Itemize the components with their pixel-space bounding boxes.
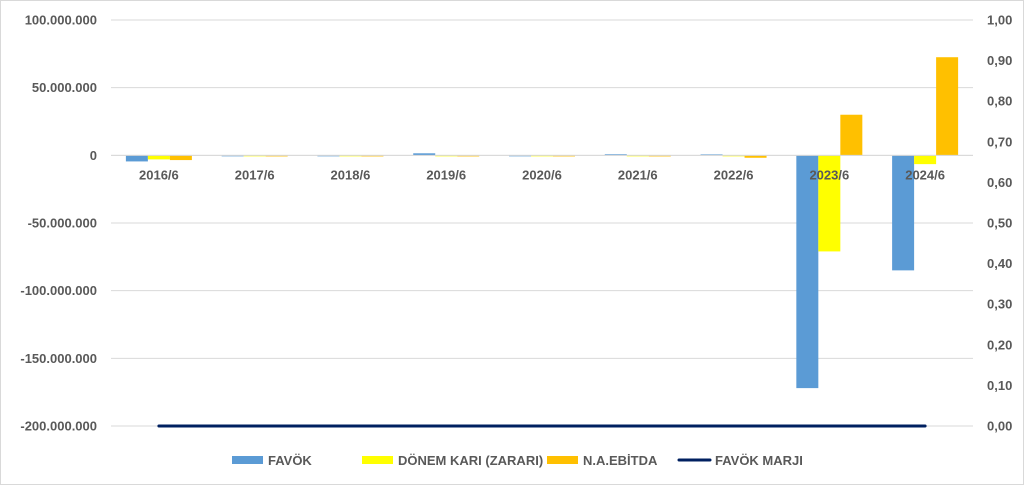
right-tick-label: 0,40 bbox=[987, 256, 1012, 271]
left-tick-label: 100.000.000 bbox=[25, 13, 97, 28]
right-tick-label: 0,90 bbox=[987, 53, 1012, 68]
category-label: 2021/6 bbox=[618, 167, 658, 182]
gridlines bbox=[111, 19, 973, 427]
right-tick-label: 0,80 bbox=[987, 94, 1012, 109]
legend: FAVÖK DÖNEM KARI (ZARARI) N.A.EBİTDA FAVÖK … bbox=[232, 453, 803, 468]
chart-frame: 100.000.000 50.000.000 0 -50.000.000 -100.00… bbox=[0, 0, 1024, 485]
legend-swatch bbox=[362, 456, 393, 464]
category-label: 2019/6 bbox=[426, 167, 466, 182]
category-label: 2024/6 bbox=[905, 167, 945, 182]
bar bbox=[914, 155, 937, 165]
right-tick-label: 0,30 bbox=[987, 297, 1012, 312]
legend-label: FAVÖK MARJI bbox=[715, 453, 803, 468]
combo-chart: 100.000.000 50.000.000 0 -50.000.000 -100.00… bbox=[20, 13, 1012, 469]
bar bbox=[936, 57, 959, 156]
right-tick-label: 0,50 bbox=[987, 216, 1012, 231]
category-label: 2020/6 bbox=[522, 167, 562, 182]
left-axis-ticks: 100.000.000 50.000.000 0 -50.000.000 -100.00… bbox=[20, 13, 97, 434]
right-tick-label: 1,00 bbox=[987, 13, 1012, 28]
left-tick-label: -200.000.000 bbox=[20, 419, 97, 434]
bar bbox=[147, 155, 170, 160]
category-labels: 2016/6 2017/6 2018/6 2019/6 2020/6 2021/6 2022… bbox=[139, 167, 945, 182]
bar bbox=[840, 114, 863, 156]
left-tick-label: -150.000.000 bbox=[20, 351, 97, 366]
left-tick-label: 50.000.000 bbox=[32, 80, 97, 95]
right-tick-label: 0,60 bbox=[987, 175, 1012, 190]
left-tick-label: -100.000.000 bbox=[20, 283, 97, 298]
bar bbox=[125, 155, 148, 162]
right-tick-label: 0,70 bbox=[987, 134, 1012, 149]
right-tick-label: 0,10 bbox=[987, 378, 1012, 393]
category-label: 2017/6 bbox=[235, 167, 275, 182]
left-tick-label: -50.000.000 bbox=[28, 216, 97, 231]
legend-label: N.A.EBİTDA bbox=[583, 453, 658, 468]
legend-label: DÖNEM KARI (ZARARI) bbox=[398, 453, 543, 468]
category-label: 2018/6 bbox=[331, 167, 371, 182]
category-label: 2023/6 bbox=[809, 167, 849, 182]
bar bbox=[169, 155, 192, 161]
category-label: 2022/6 bbox=[714, 167, 754, 182]
legend-swatch bbox=[232, 456, 263, 464]
right-axis-ticks: 1,00 0,90 0,80 0,70 0,60 0,50 0,40 0,30 0,20 0,10… bbox=[987, 13, 1012, 434]
bar bbox=[796, 155, 819, 389]
right-tick-label: 0,00 bbox=[987, 419, 1012, 434]
legend-swatch bbox=[547, 456, 578, 464]
category-label: 2016/6 bbox=[139, 167, 179, 182]
right-tick-label: 0,20 bbox=[987, 337, 1012, 352]
legend-label: FAVÖK bbox=[268, 453, 312, 468]
left-tick-label: 0 bbox=[90, 148, 97, 163]
